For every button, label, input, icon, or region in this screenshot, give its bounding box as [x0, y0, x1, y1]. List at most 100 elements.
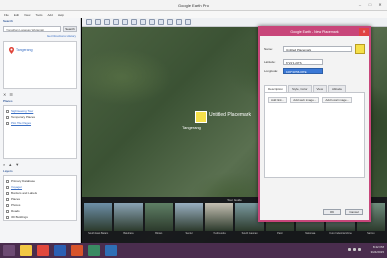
tree-item-label[interactable]: Borders and Labels [11, 191, 37, 195]
search-input[interactable]: Yonathan Lapasas Wulanjati [3, 26, 61, 32]
add-path-icon[interactable] [113, 19, 119, 25]
menu-edit[interactable]: Edit [14, 13, 19, 17]
explorer-app[interactable] [20, 245, 32, 256]
tour-thumbnail-label: Sarmo [367, 232, 375, 235]
menu-add[interactable]: Add [47, 13, 52, 17]
earth-app[interactable] [105, 245, 117, 256]
tree-item-label[interactable]: Primary Database [11, 179, 35, 183]
tour-thumbnail[interactable] [114, 203, 143, 231]
longitude-row: Longitude: 106°34'56.09"E [260, 66, 369, 75]
checkbox[interactable] [6, 203, 9, 207]
menu-bar: File Edit View Tools Add Help [0, 11, 387, 18]
chrome-app[interactable] [37, 245, 49, 256]
down-arrow-icon[interactable]: ▼ [15, 162, 19, 167]
tree-item-label[interactable]: Plot Tile Pages [11, 121, 31, 125]
add-placemark-icon[interactable] [95, 19, 101, 25]
record-tour-icon[interactable] [131, 19, 137, 25]
tour-thumbnail-label: South Gaonan [241, 232, 258, 235]
minimize-button[interactable]: – [356, 2, 364, 8]
tree-item-label[interactable]: Roads [11, 209, 20, 213]
cancel-button[interactable]: Cancel [345, 209, 363, 215]
print-icon[interactable] [185, 19, 191, 25]
tree-item[interactable]: Plot Tile Pages [6, 120, 74, 126]
latitude-field[interactable]: 6°21'1.20"S [283, 58, 323, 65]
search-button[interactable]: Search [63, 26, 77, 32]
tree-item-label[interactable]: Places [11, 197, 20, 201]
tour-thumbnail-label: South East Batam [88, 232, 109, 235]
maximize-button[interactable]: □ [366, 2, 374, 8]
layers-panel-header[interactable]: Layers [0, 168, 80, 174]
placemark-icon[interactable] [195, 111, 207, 123]
tab-description[interactable]: Description [264, 85, 288, 92]
checkbox[interactable] [6, 197, 9, 201]
sun-icon[interactable] [149, 19, 155, 25]
add-local-image-button[interactable]: Add local image... [322, 96, 353, 103]
tour-thumbnail-label: Yudimunda [213, 232, 226, 235]
description-panel: Add link... Add web image... Add local i… [264, 92, 365, 178]
tree-item-label[interactable]: 3D Buildings [11, 215, 28, 219]
clock[interactable]: 8:42 PM 3/24/2015 [371, 245, 384, 255]
delete-icon[interactable]: ✕ [3, 92, 6, 97]
checkbox[interactable] [6, 109, 9, 113]
add-web-image-button[interactable]: Add web image... [290, 96, 320, 103]
tour-thumbnail[interactable] [205, 203, 234, 231]
tour-thumbnail[interactable] [174, 203, 204, 231]
checkbox[interactable] [6, 191, 9, 195]
network-icon[interactable] [348, 248, 351, 251]
up-arrow-icon[interactable]: ▲ [8, 162, 12, 167]
tree-item-label[interactable]: Temporary Places [11, 115, 35, 119]
placemark-style-icon[interactable] [355, 43, 365, 54]
menu-tools[interactable]: Tools [35, 13, 42, 17]
add-polygon-icon[interactable] [104, 19, 110, 25]
tab-altitude[interactable]: Altitude [327, 85, 346, 92]
battery-icon[interactable] [358, 248, 361, 251]
tree-item-label[interactable]: Sightseeing Tour [11, 109, 33, 113]
planets-icon[interactable] [158, 19, 164, 25]
tour-thumbnail[interactable] [144, 203, 173, 231]
dialog-close-button[interactable]: ✕ [359, 28, 369, 36]
tour-thumbnail[interactable] [84, 203, 113, 231]
search-panel-header[interactable]: Search [0, 18, 80, 24]
volume-icon[interactable] [353, 248, 356, 251]
add-link-button[interactable]: Add link... [268, 96, 288, 103]
taskbar: 8:42 PM 3/24/2015 [0, 243, 387, 258]
longitude-field[interactable]: 106°34'56.09"E [283, 67, 323, 74]
historical-imagery-icon[interactable] [140, 19, 146, 25]
checkbox[interactable] [6, 115, 9, 119]
tab-style-color[interactable]: Style, Color [288, 85, 312, 92]
sidebar: Search Yonathan Lapasas Wulanjati Search… [0, 18, 81, 243]
tree-item-label[interactable]: Voyager [11, 185, 22, 189]
search-icon[interactable]: ⌕ [3, 162, 5, 167]
places-panel-header[interactable]: Places [0, 98, 80, 104]
tour-thumbnail-label: Sentul [185, 232, 193, 235]
word-app[interactable] [54, 245, 66, 256]
tree-item-label[interactable]: Photos [11, 203, 20, 207]
powerpoint-app[interactable] [71, 245, 83, 256]
search-links[interactable]: Get Directions History [0, 34, 80, 40]
checkbox[interactable] [6, 215, 9, 219]
description-textarea[interactable] [268, 103, 361, 177]
menu-view[interactable]: View [24, 13, 30, 17]
name-field[interactable]: Untitled Placemark [283, 45, 352, 52]
name-row: Name: Untitled Placemark [260, 43, 369, 54]
menu-file[interactable]: File [4, 13, 9, 17]
name-label: Name: [264, 46, 273, 51]
media-app[interactable] [88, 245, 100, 256]
search-result-item[interactable]: Tangerang [16, 48, 33, 52]
close-button[interactable]: ✕ [376, 2, 384, 8]
checkbox[interactable] [6, 179, 9, 183]
tab-view[interactable]: View [312, 85, 327, 92]
start-button[interactable] [3, 245, 15, 256]
menu-help[interactable]: Help [58, 13, 64, 17]
checkbox[interactable] [6, 209, 9, 213]
sidebar-toggle-icon[interactable] [86, 19, 92, 25]
email-icon[interactable] [176, 19, 182, 25]
tree-item[interactable]: 3D Buildings [6, 214, 74, 220]
window-title: Google Earth Pro [178, 3, 209, 8]
image-overlay-icon[interactable] [122, 19, 128, 25]
checkbox[interactable] [6, 185, 9, 189]
ok-button[interactable]: OK [323, 209, 341, 215]
list-icon[interactable]: ☰ [9, 92, 13, 97]
checkbox[interactable] [6, 121, 9, 125]
ruler-icon[interactable] [167, 19, 173, 25]
